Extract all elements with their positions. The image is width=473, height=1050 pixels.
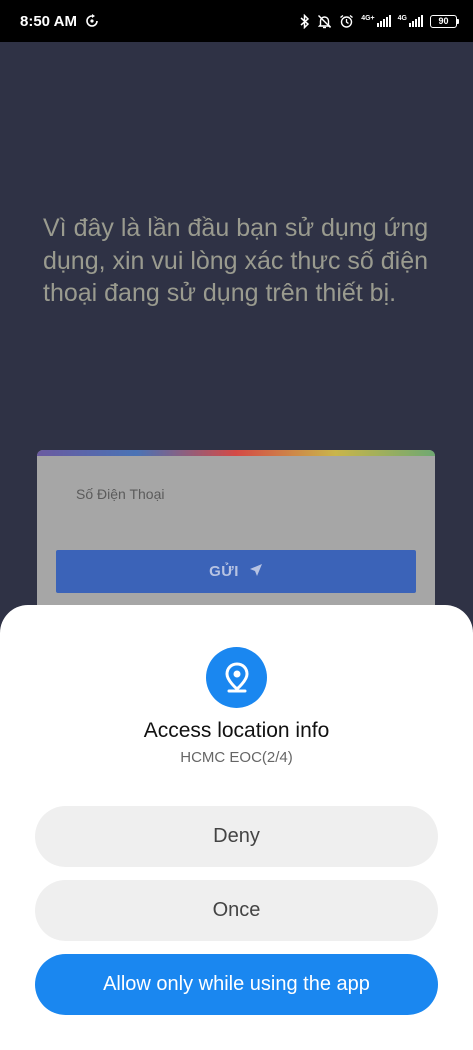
signal-icon: 4G+: [361, 15, 391, 27]
phone-number-input[interactable]: Số Điện Thoại: [76, 486, 164, 502]
bluetooth-icon: [300, 13, 310, 29]
dialog-title: Access location info: [143, 719, 330, 742]
location-pin-icon: [206, 647, 267, 708]
intro-text: Vì đây là lần đầu bạn sử dụng ứng dụng, …: [43, 214, 429, 307]
card-accent-stripe: [37, 450, 435, 456]
status-time: 8:50 AM: [20, 12, 77, 30]
once-button[interactable]: Once: [35, 880, 438, 941]
status-right: 4G+ 4G 90: [300, 13, 459, 29]
phone-verification-card: Số Điện Thoại GỬI: [37, 450, 435, 620]
send-button[interactable]: GỬI: [56, 550, 416, 593]
send-button-label: GỬI: [209, 563, 239, 580]
permission-dialog: Access location info HCMC EOC(2/4) Deny …: [0, 605, 473, 1050]
dialog-subtitle: HCMC EOC(2/4): [180, 749, 293, 766]
allow-while-using-button[interactable]: Allow only while using the app: [35, 954, 438, 1015]
signal-icon-2: 4G: [398, 15, 423, 27]
network-type-2: 4G: [397, 15, 407, 22]
alarm-icon: [339, 14, 354, 29]
network-type-1: 4G+: [361, 15, 375, 22]
battery-icon: 90: [430, 14, 459, 28]
send-icon: [249, 563, 263, 581]
status-left: 8:50 AM: [20, 13, 99, 30]
battery-level: 90: [430, 14, 457, 28]
status-bar: 8:50 AM 4G+ 4G 90: [0, 0, 473, 42]
deny-button[interactable]: Deny: [35, 806, 438, 867]
sync-icon: [85, 14, 99, 28]
notifications-off-icon: [317, 14, 332, 29]
